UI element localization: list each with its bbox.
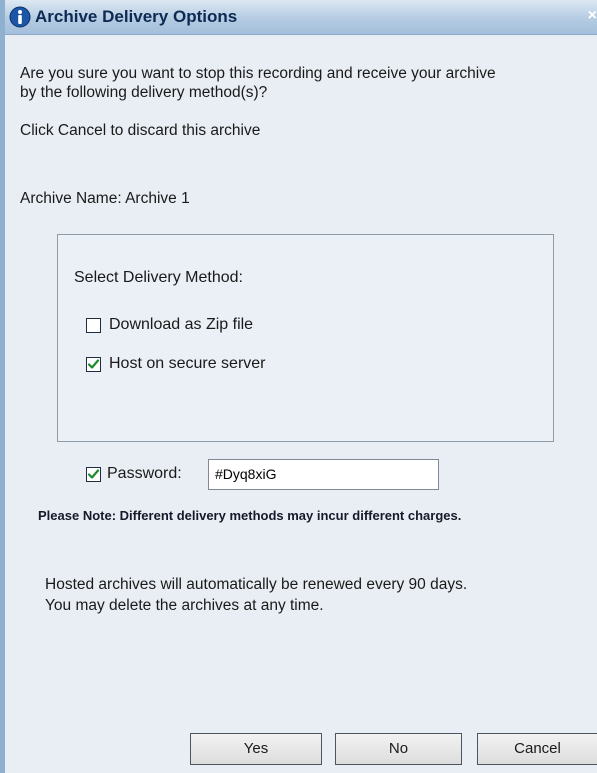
no-button[interactable]: No	[335, 733, 462, 765]
close-button[interactable]: ×	[583, 6, 597, 26]
download-zip-checkbox[interactable]	[86, 317, 101, 333]
confirm-message-line2: by the following delivery method(s)?	[20, 84, 268, 101]
download-zip-label: Download as Zip file	[109, 316, 254, 333]
password-checkbox[interactable]	[86, 466, 101, 482]
checkmark-icon	[87, 468, 100, 479]
cancel-hint: Click Cancel to discard this archive	[20, 122, 261, 139]
host-secure-label: Host on secure server	[109, 355, 266, 372]
download-zip-option[interactable]: Download as Zip file	[86, 316, 253, 334]
host-secure-option[interactable]: Host on secure server	[86, 355, 266, 373]
cancel-button[interactable]: Cancel	[477, 733, 597, 765]
title-bar[interactable]: Archive Delivery Options ×	[5, 0, 597, 35]
delivery-method-heading: Select Delivery Method:	[74, 269, 243, 286]
dialog-title: Archive Delivery Options	[35, 7, 238, 26]
host-secure-checkbox[interactable]	[86, 356, 101, 372]
delivery-charges-note: Please Note: Different delivery methods …	[38, 508, 462, 523]
delivery-method-group	[57, 234, 554, 442]
checkmark-icon	[87, 358, 100, 369]
yes-button[interactable]: Yes	[190, 733, 322, 765]
archive-name-label: Archive Name: Archive 1	[20, 190, 190, 207]
password-label: Password:	[107, 465, 182, 482]
password-option[interactable]: Password:	[86, 465, 182, 483]
confirm-message-line1: Are you sure you want to stop this recor…	[20, 65, 496, 82]
info-icon	[9, 6, 31, 28]
hosted-info-line2: You may delete the archives at any time.	[45, 597, 324, 614]
hosted-info-line1: Hosted archives will automatically be re…	[45, 576, 468, 593]
password-input[interactable]: #Dyq8xiG	[208, 459, 439, 490]
archive-delivery-dialog: Archive Delivery Options × Are you sure …	[0, 0, 597, 773]
